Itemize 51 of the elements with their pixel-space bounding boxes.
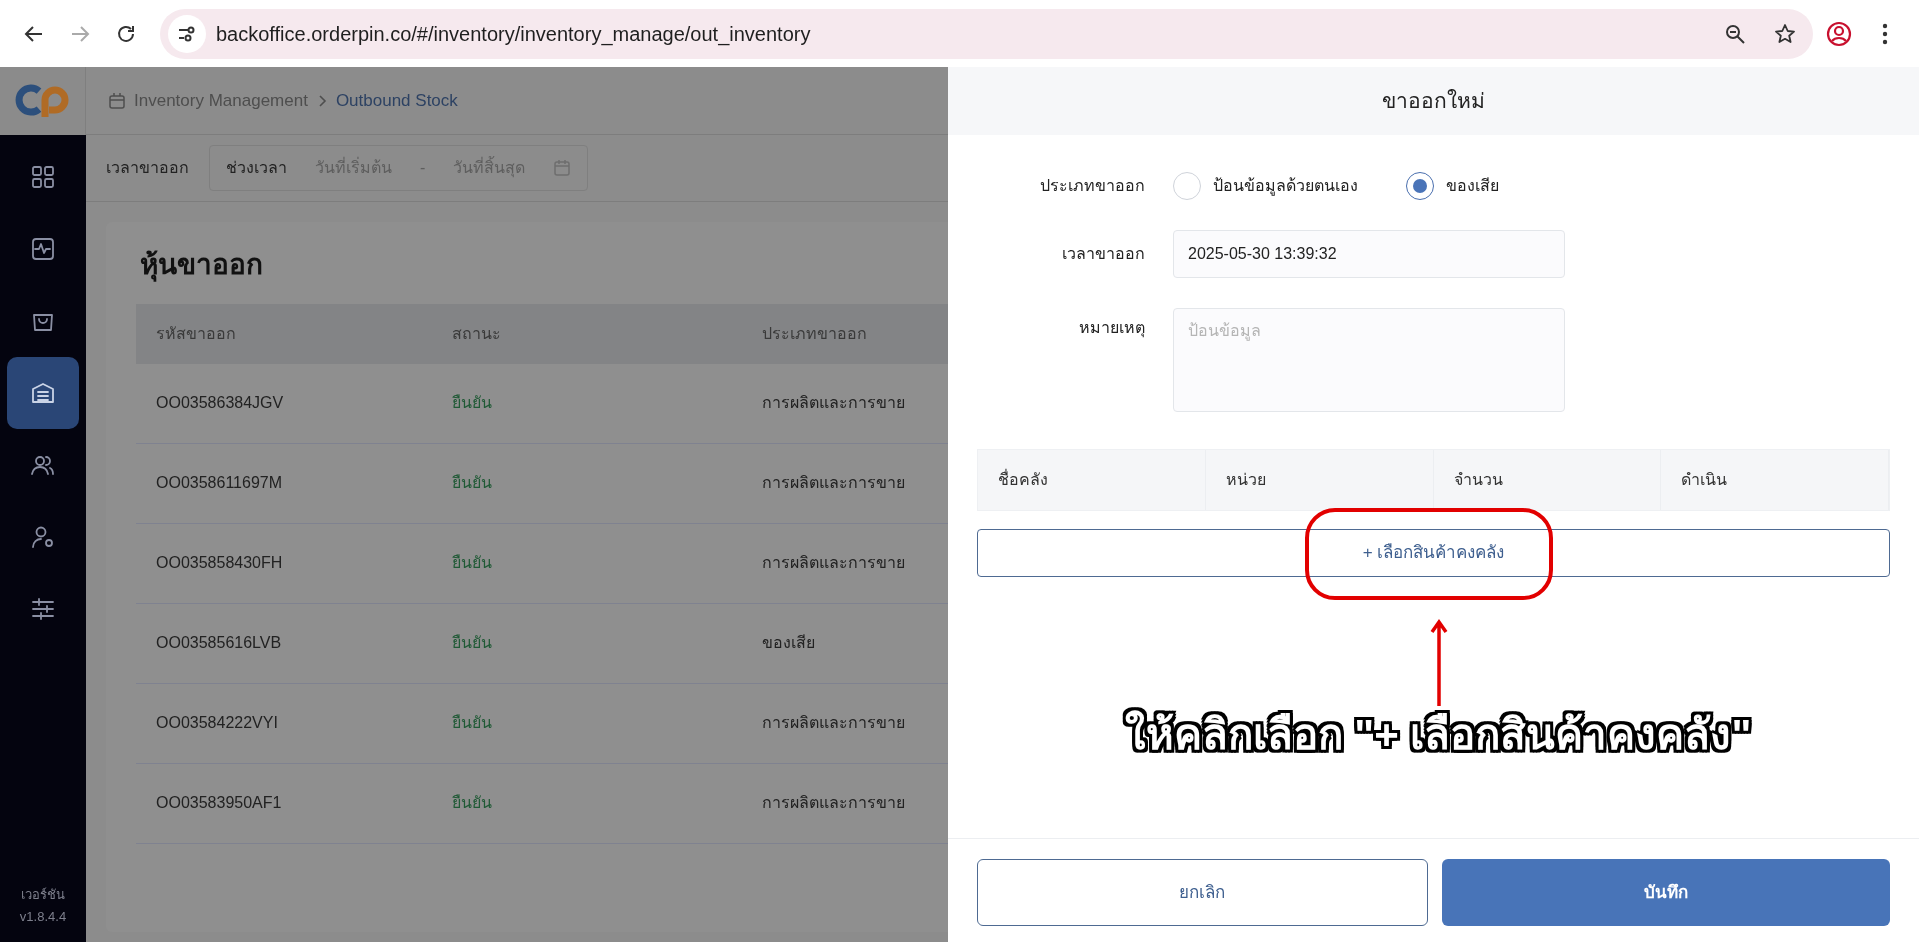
table-cell-text: OO035858430FH — [155, 553, 284, 574]
table-cell-text: OO03586384JGV — [155, 393, 285, 414]
form-label: เวลาขาออก — [1061, 244, 1145, 264]
radio-option[interactable]: ของเสีย — [1406, 172, 1499, 200]
instruction-caption: ให้คลิกเลือก "+ เลือกสินค้าคงคลัง" — [1088, 703, 1788, 766]
status-text: ยืนยัน — [452, 394, 492, 412]
table-cell-text: OO0358611697M — [155, 473, 283, 494]
table-cell-text: OO03583950AF1 — [155, 793, 283, 814]
status-text: ยืนยัน — [452, 634, 492, 652]
save-button[interactable]: บันทึก — [1441, 859, 1890, 926]
table-cell-text: ของเสีย — [761, 633, 816, 654]
page-title: หุ้นขาออก — [140, 248, 263, 282]
column-header: ดำเนิน — [1661, 450, 1889, 510]
nav-item[interactable] — [7, 357, 79, 429]
table-cell-text: การผลิตและการขาย — [761, 553, 906, 574]
note-field[interactable]: ป้อนข้อมูล — [1173, 308, 1565, 412]
sliders-icon — [29, 595, 57, 623]
table-cell-text: OO03584222VYI — [155, 713, 279, 734]
status-text: ยืนยัน — [452, 474, 492, 492]
site-settings-icon[interactable] — [168, 14, 206, 53]
status-text: ยืนยัน — [452, 554, 492, 572]
column-header: ชื่อคลัง — [978, 450, 1206, 510]
status-text: ยืนยัน — [452, 794, 492, 812]
table-cell-text: การผลิตและการขาย — [761, 713, 906, 734]
add-item-button[interactable]: + เลือกสินค้าคงคลัง — [977, 529, 1890, 577]
grid-icon — [29, 163, 57, 191]
table-cell-text: การผลิตและการขาย — [761, 473, 906, 494]
status-text: ยืนยัน — [452, 714, 492, 732]
column-header: หน่วย — [1205, 450, 1434, 510]
version-label: เวอร์ชัน — [20, 885, 66, 904]
separator: - — [420, 158, 426, 178]
column-header: รหัสขาออก — [155, 323, 237, 344]
column-header: ประเภทขาออก — [761, 323, 868, 344]
cancel-button[interactable]: ยกเลิก — [977, 859, 1428, 926]
column-header: จำนวน — [1433, 450, 1662, 510]
version-number: v1.8.4.4 — [19, 907, 67, 926]
range-label: ช่วงเวลา — [226, 158, 287, 178]
table-cell-text: OO03585616LVB — [155, 633, 283, 654]
radio-option[interactable]: ป้อนข้อมูลด้วยตนเอง — [1173, 172, 1358, 200]
filter-label: เวลาขาออก — [106, 158, 189, 178]
form-label: ประเภทขาออก — [1039, 176, 1145, 196]
table-cell-text: การผลิตและการขาย — [761, 393, 906, 414]
table-cell-text: การผลิตและการขาย — [761, 793, 906, 814]
activity-icon — [29, 235, 57, 263]
column-header: สถานะ — [451, 323, 502, 344]
form-label: หมายเหตุ — [1078, 318, 1145, 340]
drawer-title: ขาออกใหม่ — [1382, 88, 1485, 115]
date-time-field[interactable]: 2025-05-30 13:39:32 — [1173, 230, 1565, 278]
address-bar[interactable]: backoffice.orderpin.co/#/inventory/inventory_manage/out_inventory — [160, 8, 1813, 59]
calendar-icon — [553, 159, 572, 177]
url-text: backoffice.orderpin.co/#/inventory/inventory_manage/out_inventory — [216, 21, 812, 48]
